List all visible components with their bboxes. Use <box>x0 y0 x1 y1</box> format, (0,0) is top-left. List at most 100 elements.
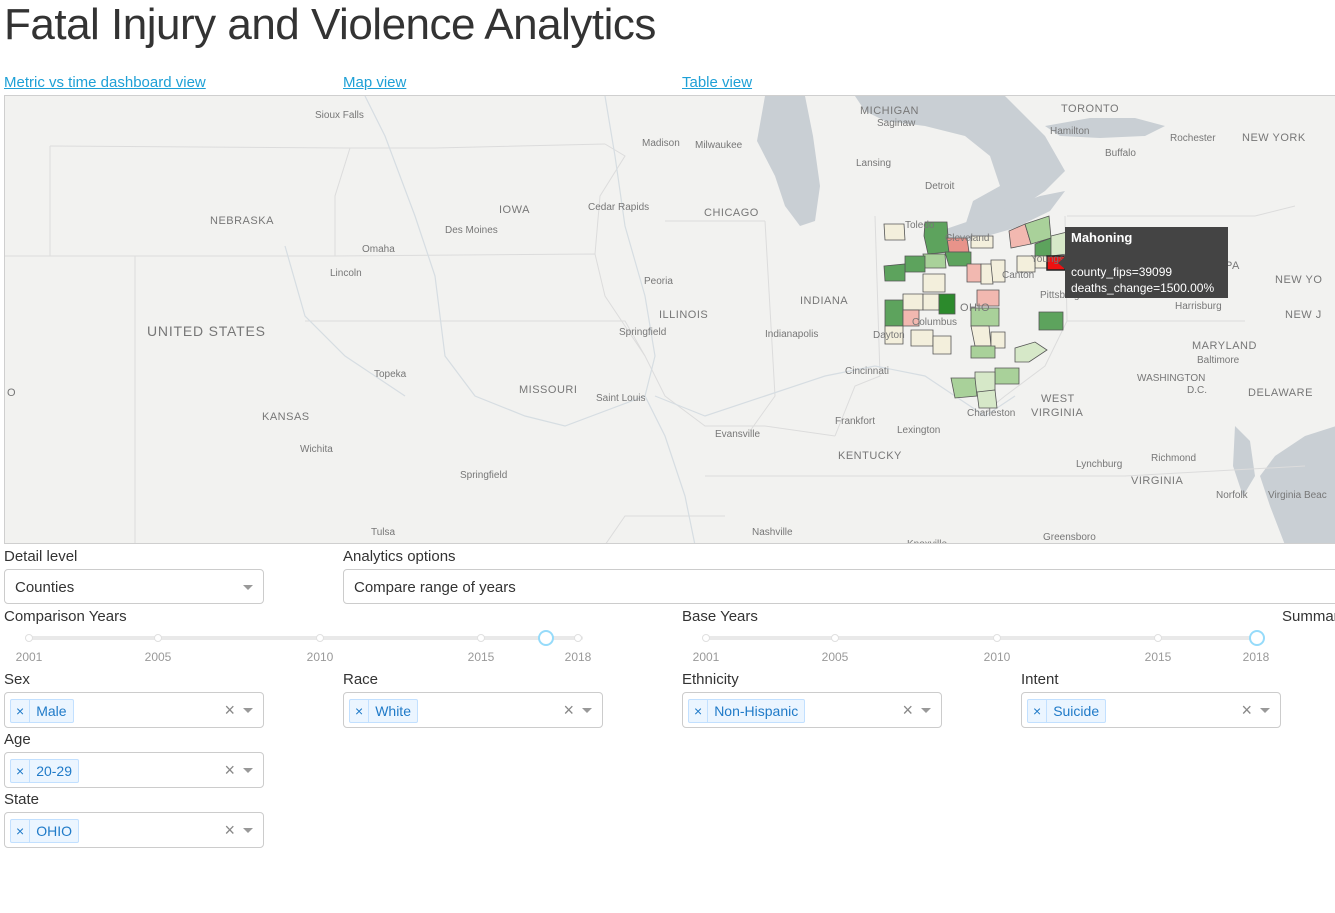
detail-level-label: Detail level <box>4 548 78 565</box>
county[interactable] <box>884 299 904 327</box>
map-place-label: Knoxville <box>907 539 947 544</box>
map-place-label: Madison <box>642 138 680 149</box>
age-tag: × 20-29 <box>10 759 79 783</box>
slider-dot[interactable] <box>993 634 1001 642</box>
race-select[interactable]: × White × <box>343 692 603 728</box>
map-place-label: Harrisburg <box>1175 301 1222 312</box>
map-place-label: Richmond <box>1151 453 1196 464</box>
chevron-down-icon[interactable] <box>243 768 253 773</box>
county[interactable] <box>922 293 940 311</box>
state-label: State <box>4 791 40 808</box>
map-place-label: Rochester <box>1170 133 1216 144</box>
race-tag: × White <box>349 699 418 723</box>
remove-tag-icon[interactable]: × <box>1028 700 1048 722</box>
county[interactable] <box>994 367 1020 385</box>
clear-icon[interactable]: × <box>1241 700 1252 721</box>
chevron-down-icon[interactable] <box>243 585 253 590</box>
nav-dashboard-link[interactable]: Metric vs time dashboard view <box>4 74 206 91</box>
county[interactable] <box>976 389 998 409</box>
map-place-label: IOWA <box>499 204 530 216</box>
intent-select[interactable]: × Suicide × <box>1021 692 1281 728</box>
map-place-label: TORONTO <box>1061 103 1119 115</box>
map-place-label: Peoria <box>644 276 673 287</box>
chevron-down-icon[interactable] <box>1260 708 1270 713</box>
county[interactable] <box>883 263 906 282</box>
map-place-label: Des Moines <box>445 225 498 236</box>
clear-icon[interactable]: × <box>902 700 913 721</box>
map-place-label: DELAWARE <box>1248 387 1313 399</box>
chevron-down-icon[interactable] <box>243 708 253 713</box>
map-place-label: MICHIGAN <box>860 105 919 117</box>
county[interactable] <box>970 345 996 359</box>
analytics-options-select[interactable]: Compare range of years <box>343 569 1335 604</box>
map-place-label: Evansville <box>715 429 760 440</box>
sex-tag: × Male <box>10 699 74 723</box>
comparison-years-label: Comparison Years <box>4 608 127 625</box>
county[interactable] <box>910 329 934 347</box>
county[interactable] <box>950 377 978 399</box>
map-place-label: Cincinnati <box>845 366 889 377</box>
county[interactable] <box>1014 341 1048 363</box>
county[interactable] <box>980 263 994 285</box>
detail-level-select[interactable]: Counties <box>4 569 264 604</box>
map-place-label: Lynchburg <box>1076 459 1122 470</box>
map-place-label: VIRGINIA <box>1131 475 1183 487</box>
county[interactable] <box>974 371 996 393</box>
map-place-label: Lexington <box>897 425 940 436</box>
slider-handle[interactable] <box>1249 630 1265 646</box>
map-place-label: Saint Louis <box>596 393 645 404</box>
age-tag-label: 20-29 <box>36 763 72 779</box>
remove-tag-icon[interactable]: × <box>11 700 31 722</box>
chevron-down-icon[interactable] <box>243 828 253 833</box>
slider-dot[interactable] <box>25 634 33 642</box>
slider-dot[interactable] <box>702 634 710 642</box>
atlantic-ocean <box>1260 426 1335 543</box>
slider-handle[interactable] <box>538 630 554 646</box>
slider-dot[interactable] <box>831 634 839 642</box>
clear-icon[interactable]: × <box>224 700 235 721</box>
county[interactable] <box>1038 311 1064 331</box>
remove-tag-icon[interactable]: × <box>11 760 31 782</box>
county[interactable] <box>883 223 906 241</box>
map-place-label: ILLINOIS <box>659 309 708 321</box>
sex-select[interactable]: × Male × <box>4 692 264 728</box>
slider-dot[interactable] <box>154 634 162 642</box>
county[interactable] <box>902 293 924 311</box>
slider-dot[interactable] <box>1154 634 1162 642</box>
map-canvas[interactable]: MICHIGAN TORONTO Saginaw Sioux Falls Madison… <box>5 96 1335 544</box>
map-place-label: MISSOURI <box>519 384 577 396</box>
chevron-down-icon[interactable] <box>582 708 592 713</box>
clear-icon[interactable]: × <box>563 700 574 721</box>
county[interactable] <box>932 335 952 355</box>
tooltip-title: Mahoning <box>1071 230 1133 245</box>
state-select[interactable]: × OHIO × <box>4 812 264 848</box>
tooltip-fips: county_fips=39099 <box>1071 265 1173 279</box>
nav-table-link[interactable]: Table view <box>682 74 752 91</box>
county[interactable] <box>938 293 956 315</box>
chevron-down-icon[interactable] <box>921 708 931 713</box>
choropleth-map[interactable]: MICHIGAN TORONTO Saginaw Sioux Falls Madison… <box>4 95 1335 544</box>
race-label: Race <box>343 671 379 688</box>
county[interactable] <box>922 273 946 293</box>
slider-dot[interactable] <box>316 634 324 642</box>
intent-tag-label: Suicide <box>1053 703 1100 719</box>
nav-map-link[interactable]: Map view <box>343 74 406 91</box>
county[interactable] <box>966 263 982 283</box>
slider-dot[interactable] <box>574 634 582 642</box>
age-select[interactable]: × 20-29 × <box>4 752 264 788</box>
county[interactable] <box>970 325 992 347</box>
remove-tag-icon[interactable]: × <box>689 700 709 722</box>
remove-tag-icon[interactable]: × <box>350 700 370 722</box>
map-place-label: Charleston <box>967 408 1015 419</box>
slider-dot[interactable] <box>477 634 485 642</box>
ethnicity-select[interactable]: × Non-Hispanic × <box>682 692 942 728</box>
clear-icon[interactable]: × <box>224 760 235 781</box>
county[interactable] <box>904 255 926 273</box>
tooltip-change: deaths_change=1500.00% <box>1071 281 1215 295</box>
clear-icon[interactable]: × <box>224 820 235 841</box>
remove-tag-icon[interactable]: × <box>11 820 31 842</box>
county[interactable] <box>922 253 947 269</box>
comparison-years-slider[interactable]: 2001 2005 2010 2015 2018 <box>16 626 591 666</box>
base-years-slider[interactable]: 2001 2005 2010 2015 2018 <box>693 626 1269 666</box>
map-place-label: Frankfort <box>835 416 875 427</box>
